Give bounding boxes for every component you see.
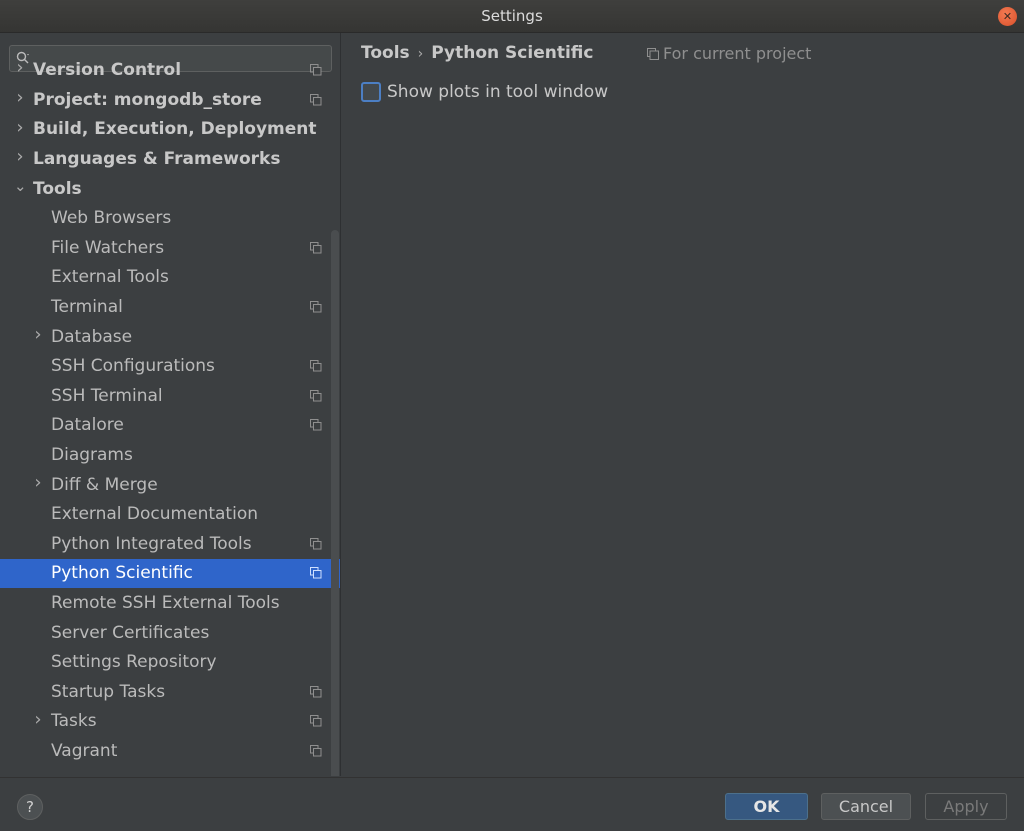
tree-item-label: File Watchers <box>51 237 165 258</box>
tree-item-server-certificates[interactable]: Server Certificates <box>0 618 340 648</box>
close-icon: ✕ <box>1002 10 1013 23</box>
tree-item-label: External Documentation <box>51 504 258 525</box>
tree-item-label: SSH Configurations <box>51 356 215 377</box>
project-scope-icon <box>310 685 322 698</box>
tree-item-label: Terminal <box>51 296 123 317</box>
tree-item-terminal[interactable]: Terminal <box>0 292 340 322</box>
tree-item-tasks[interactable]: › Tasks <box>0 707 340 737</box>
chevron-right-icon[interactable]: › <box>14 89 26 107</box>
tree-item-label: Tasks <box>51 711 97 732</box>
tree-item-python-integrated-tools[interactable]: Python Integrated Tools <box>0 529 340 559</box>
tree-item-label: Remote SSH External Tools <box>51 592 280 613</box>
chevron-right-icon[interactable]: › <box>14 118 26 136</box>
tree-item-label: Datalore <box>51 415 124 436</box>
tree-item-database[interactable]: › Database <box>0 322 340 352</box>
tree-item-external-tools[interactable]: External Tools <box>0 263 340 293</box>
project-scope-icon <box>310 419 322 431</box>
settings-sidebar: › Version Control › Project: mongodb_store ›… <box>0 33 341 776</box>
tree-item-datalore[interactable]: Datalore <box>0 411 340 441</box>
project-scope-icon <box>310 715 322 727</box>
show-plots-option[interactable]: Show plots in tool window <box>361 82 608 102</box>
tree-item-label: SSH Terminal <box>51 385 163 406</box>
breadcrumb-parent[interactable]: Tools <box>361 43 410 63</box>
tree-item-remote-ssh-external-tools[interactable]: Remote SSH External Tools <box>0 588 340 618</box>
tree-item-web-browsers[interactable]: Web Browsers <box>0 203 340 233</box>
title-bar: Settings ✕ <box>0 0 1024 33</box>
tree-item-python-scientific[interactable]: Python Scientific <box>0 558 340 589</box>
tree-item-label: Python Scientific <box>51 563 193 584</box>
chevron-right-icon[interactable]: › <box>14 59 26 77</box>
project-scope-icon <box>310 241 322 254</box>
tree-item-settings-repository[interactable]: Settings Repository <box>0 647 340 677</box>
tree-item-label: Python Integrated Tools <box>51 533 252 554</box>
breadcrumb-separator: › <box>417 46 424 62</box>
tree-item-vagrant[interactable]: Vagrant <box>0 736 340 766</box>
project-scope-icon <box>310 360 322 372</box>
tree-item-tools[interactable]: ⌄ Tools <box>0 174 340 204</box>
tree-item-external-documentation[interactable]: External Documentation <box>0 499 340 529</box>
tree-item-languages-frameworks[interactable]: › Languages & Frameworks <box>0 144 340 174</box>
tree-item-project-mongodb-store[interactable]: › Project: mongodb_store <box>0 85 340 115</box>
settings-content: Tools › Python Scientific For current proj… <box>342 33 1024 776</box>
tree-item-label: Diff & Merge <box>51 474 158 495</box>
breadcrumb-current: Python Scientific <box>431 43 594 63</box>
help-button[interactable]: ? <box>17 794 43 820</box>
tree-item-ssh-configurations[interactable]: SSH Configurations <box>0 351 340 381</box>
tree-item-label: Project: mongodb_store <box>33 89 262 110</box>
window-title: Settings <box>481 7 543 25</box>
project-scope-icon <box>310 64 322 76</box>
show-plots-checkbox[interactable] <box>361 82 381 102</box>
project-scope-icon <box>310 567 322 579</box>
cancel-button[interactable]: Cancel <box>821 793 911 820</box>
tree-item-diagrams[interactable]: Diagrams <box>0 440 340 470</box>
tree-item-diff-merge[interactable]: › Diff & Merge <box>0 470 340 500</box>
chevron-down-icon[interactable]: ⌄ <box>14 178 27 193</box>
breadcrumb: Tools › Python Scientific <box>361 43 593 63</box>
scope-label: For current project <box>663 44 812 63</box>
scope-indicator: For current project <box>647 44 811 63</box>
chevron-right-icon[interactable]: › <box>32 325 44 343</box>
project-scope-icon <box>310 744 322 757</box>
chevron-right-icon[interactable]: › <box>32 473 44 491</box>
tree-item-label: Startup Tasks <box>51 681 166 702</box>
project-scope-icon <box>310 93 322 106</box>
apply-button[interactable]: Apply <box>925 793 1007 820</box>
chevron-right-icon[interactable]: › <box>14 148 26 166</box>
tree-item-label: Languages & Frameworks <box>33 148 281 169</box>
project-scope-icon <box>310 389 322 402</box>
sidebar-scrollbar[interactable] <box>331 230 339 776</box>
tree-item-label: External Tools <box>51 267 169 288</box>
dialog-footer: ? OK Cancel Apply <box>0 777 1024 831</box>
tree-item-label: Tools <box>33 178 82 199</box>
tree-item-label: Build, Execution, Deployment <box>33 119 317 140</box>
tree-clip <box>0 78 330 82</box>
project-scope-icon <box>310 537 322 550</box>
ok-button[interactable]: OK <box>725 793 808 820</box>
tree-item-label: Vagrant <box>51 740 118 761</box>
chevron-right-icon[interactable]: › <box>32 710 44 728</box>
tree-item-label: Web Browsers <box>51 208 172 229</box>
tree-item-file-watchers[interactable]: File Watchers <box>0 233 340 263</box>
project-scope-icon <box>310 300 322 313</box>
tree-item-label: Database <box>51 326 133 347</box>
tree-item-build-execution-deployment[interactable]: › Build, Execution, Deployment <box>0 115 340 145</box>
tree-item-label: Diagrams <box>51 444 133 465</box>
tree-item-ssh-terminal[interactable]: SSH Terminal <box>0 381 340 411</box>
tree-item-label: Server Certificates <box>51 622 210 643</box>
show-plots-label[interactable]: Show plots in tool window <box>387 82 608 102</box>
tree-item-startup-tasks[interactable]: Startup Tasks <box>0 677 340 707</box>
close-button[interactable]: ✕ <box>998 7 1017 26</box>
project-scope-icon <box>647 47 659 60</box>
tree-item-label: Settings Repository <box>51 652 217 673</box>
